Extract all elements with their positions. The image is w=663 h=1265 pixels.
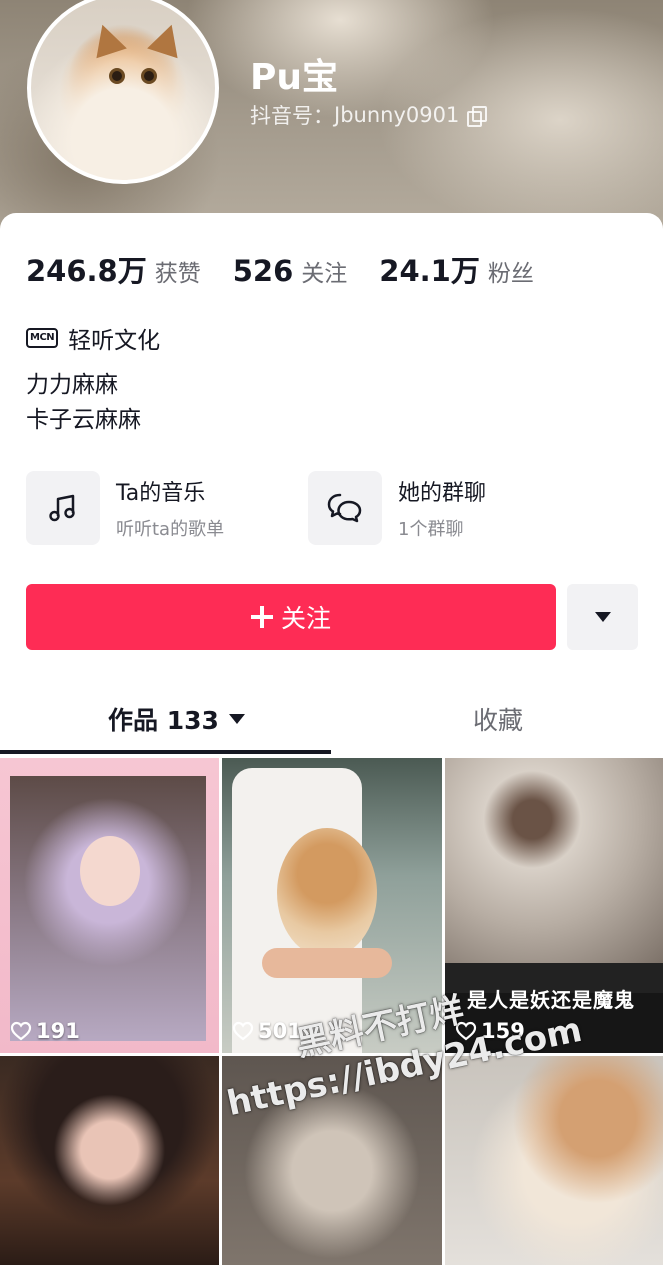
copy-icon[interactable] bbox=[467, 106, 488, 127]
music-entry[interactable]: Ta的音乐 听听ta的歌单 bbox=[26, 471, 224, 545]
account-id: Jbunny0901 bbox=[334, 103, 460, 127]
video-tile[interactable] bbox=[0, 1056, 219, 1265]
more-actions-button[interactable] bbox=[567, 584, 638, 650]
hand-image bbox=[262, 948, 392, 978]
stat-label: 粉丝 bbox=[487, 261, 534, 287]
stat-label: 关注 bbox=[301, 261, 348, 287]
follow-button[interactable]: 关注 bbox=[26, 584, 556, 650]
bio-line: 力力麻麻 bbox=[26, 372, 118, 398]
group-subtitle: 1个群聊 bbox=[398, 519, 464, 540]
tab-works-label: 作品 133 bbox=[108, 706, 219, 735]
video-tile[interactable] bbox=[445, 1056, 663, 1265]
avatar-ear bbox=[147, 19, 187, 59]
like-count-value: 191 bbox=[36, 1019, 80, 1043]
music-title: Ta的音乐 bbox=[116, 481, 206, 506]
stat-value: 526 bbox=[232, 254, 294, 288]
video-tile[interactable]: 191 bbox=[0, 758, 219, 1053]
avatar[interactable] bbox=[27, 0, 219, 184]
account-id-label: 抖音号： bbox=[250, 104, 334, 128]
chat-bubbles-icon bbox=[308, 471, 382, 545]
stat-following[interactable]: 526 关注 bbox=[233, 254, 348, 288]
bio-line: 卡子云麻麻 bbox=[26, 407, 141, 433]
mcn-name: 轻听文化 bbox=[68, 328, 161, 354]
group-chat-entry[interactable]: 她的群聊 1个群聊 bbox=[308, 471, 486, 545]
tab-works[interactable]: 作品 133 bbox=[108, 701, 245, 737]
stat-likes[interactable]: 246.8万 获赞 bbox=[26, 248, 201, 290]
music-note-icon bbox=[26, 471, 100, 545]
stat-label: 获赞 bbox=[154, 261, 201, 287]
heart-icon bbox=[10, 1021, 32, 1041]
avatar-eye bbox=[141, 68, 157, 84]
plus-icon bbox=[250, 606, 273, 628]
like-count: 191 bbox=[10, 1019, 80, 1043]
video-thumbnail bbox=[10, 776, 206, 1041]
cat-image bbox=[277, 828, 377, 958]
tab-indicator bbox=[0, 750, 331, 754]
group-title: 她的群聊 bbox=[398, 481, 487, 506]
chevron-down-icon bbox=[594, 612, 611, 622]
sort-dropdown-icon[interactable] bbox=[228, 714, 245, 724]
content-tabs: 作品 133 收藏 bbox=[0, 683, 663, 755]
tab-favorites[interactable]: 收藏 bbox=[473, 701, 523, 737]
mcn-icon: MCN bbox=[26, 328, 59, 348]
account-id-row[interactable]: 抖音号： Jbunny0901 bbox=[250, 100, 488, 130]
profile-name: Pu宝 bbox=[250, 57, 339, 98]
avatar-ear bbox=[87, 19, 127, 59]
bio: 力力麻麻 卡子云麻麻 bbox=[26, 368, 141, 438]
music-subtitle: 听听ta的歌单 bbox=[116, 519, 225, 540]
mcn-row[interactable]: MCN 轻听文化 bbox=[26, 321, 160, 355]
stats-row: 246.8万 获赞 526 关注 24.1万 粉丝 bbox=[26, 248, 566, 290]
tab-favorites-label: 收藏 bbox=[473, 706, 524, 735]
stat-value: 246.8万 bbox=[26, 254, 147, 288]
stat-value: 24.1万 bbox=[379, 254, 480, 288]
avatar-eye bbox=[109, 68, 125, 84]
video-thumbnail bbox=[445, 758, 663, 963]
stat-followers[interactable]: 24.1万 粉丝 bbox=[379, 248, 534, 290]
follow-label: 关注 bbox=[280, 604, 331, 633]
